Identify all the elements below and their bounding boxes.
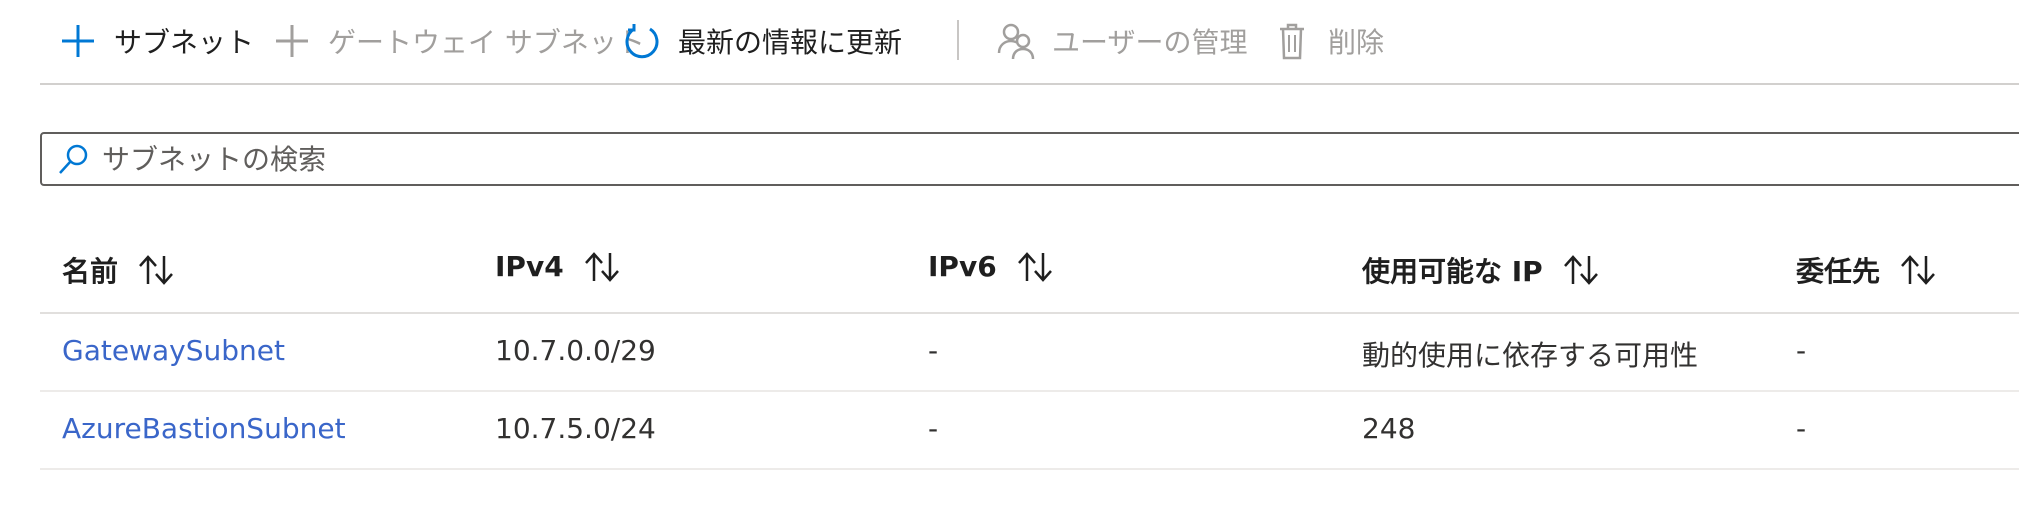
- subnet-search-box[interactable]: [40, 132, 2019, 186]
- subnet-name-link[interactable]: GatewaySubnet: [62, 334, 285, 367]
- delete-label: 削除: [1328, 26, 1385, 59]
- table-header: 名前 IPv4 IPv6 使用可能な IP 委任先: [40, 226, 2019, 314]
- column-header-ipv6[interactable]: IPv6: [928, 250, 1055, 283]
- refresh-icon: [620, 19, 664, 63]
- delete-button[interactable]: 削除: [1270, 16, 1384, 66]
- add-subnet-button[interactable]: サブネット: [56, 16, 254, 66]
- gateway-subnet-label: ゲートウェイ サブネット: [328, 26, 645, 59]
- delegated-to-cell: -: [1796, 412, 1807, 445]
- available-ips-cell: 動的使用に依存する可用性: [1362, 339, 1699, 372]
- refresh-label: 最新の情報に更新: [678, 26, 903, 59]
- manage-users-button[interactable]: ユーザーの管理: [994, 16, 1247, 66]
- trash-icon: [1270, 19, 1314, 63]
- add-subnet-label: サブネット: [114, 26, 255, 59]
- sort-icon[interactable]: [136, 254, 176, 286]
- ipv4-cell: 10.7.0.0/29: [495, 334, 656, 367]
- ipv4-cell: 10.7.5.0/24: [495, 412, 656, 445]
- available-ips-cell: 248: [1362, 412, 1416, 445]
- sort-icon[interactable]: [1561, 254, 1601, 286]
- plus-icon: [270, 19, 314, 63]
- column-header-name[interactable]: 名前: [62, 250, 176, 290]
- table-row[interactable]: AzureBastionSubnet 10.7.5.0/24 - 248 -: [40, 392, 2019, 470]
- toolbar-divider-line: [40, 83, 2019, 85]
- manage-users-label: ユーザーの管理: [1052, 26, 1248, 59]
- plus-icon: [56, 19, 100, 63]
- command-bar: サブネット ゲートウェイ サブネット 最新の情報に更新 ユーザーの管理 削除: [0, 0, 2019, 84]
- sort-icon[interactable]: [582, 251, 622, 283]
- column-header-ipv4[interactable]: IPv4: [495, 250, 622, 283]
- column-header-available-ips[interactable]: 使用可能な IP: [1362, 250, 1601, 290]
- refresh-button[interactable]: 最新の情報に更新: [620, 16, 902, 66]
- subnet-search-input[interactable]: [102, 142, 1902, 176]
- ipv6-cell: -: [928, 412, 939, 445]
- sort-icon[interactable]: [1898, 254, 1938, 286]
- toolbar-divider: [957, 20, 959, 60]
- subnet-name-link[interactable]: AzureBastionSubnet: [62, 412, 346, 445]
- add-gateway-subnet-button[interactable]: ゲートウェイ サブネット: [270, 16, 645, 66]
- delegated-to-cell: -: [1796, 334, 1807, 367]
- people-icon: [994, 19, 1038, 63]
- column-header-delegated-to[interactable]: 委任先: [1796, 250, 1938, 290]
- search-icon: [54, 139, 94, 179]
- sort-icon[interactable]: [1015, 251, 1055, 283]
- ipv6-cell: -: [928, 334, 939, 367]
- table-row[interactable]: GatewaySubnet 10.7.0.0/29 - 動的使用に依存する可用性…: [40, 314, 2019, 392]
- subnet-table: 名前 IPv4 IPv6 使用可能な IP 委任先 GatewaySubnet …: [40, 226, 2019, 470]
